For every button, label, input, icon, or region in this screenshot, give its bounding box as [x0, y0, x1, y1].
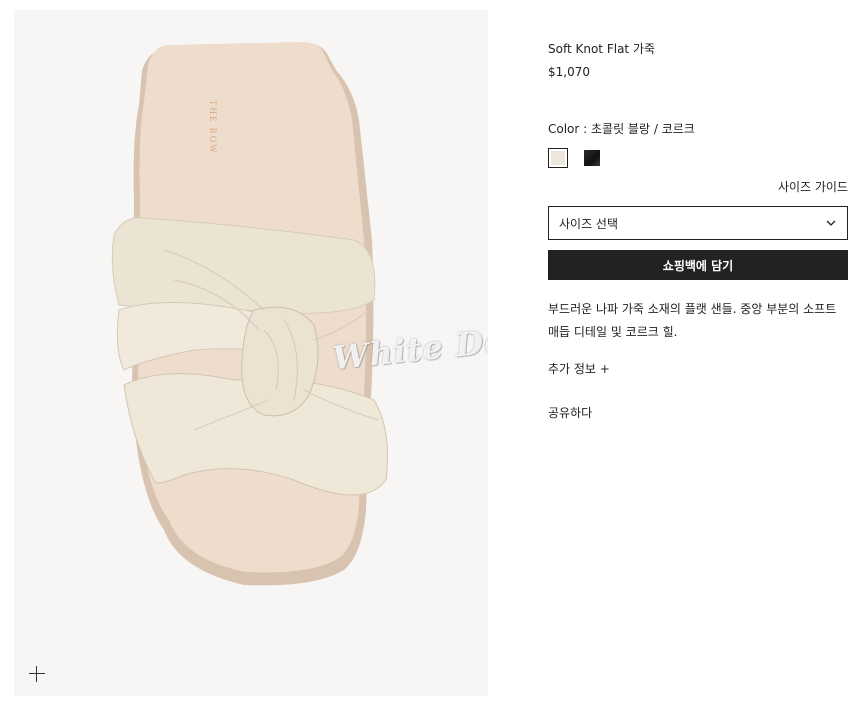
product-description: 부드러운 나파 가죽 소재의 플랫 샌들. 중앙 부분의 소프트 매듭 디테일 … [548, 302, 837, 339]
product-image-panel: THE ROW White Devil [14, 10, 488, 696]
size-select[interactable]: 사이즈 선택 [548, 206, 848, 240]
swatch-black[interactable] [584, 150, 600, 166]
add-to-bag-button[interactable]: 쇼핑백에 담기 [548, 250, 848, 280]
zoom-plus-icon[interactable] [28, 665, 46, 683]
more-info-toggle[interactable]: 추가 정보 + [548, 360, 848, 378]
product-price: $1,070 [548, 65, 590, 79]
color-label: Color : 초콜릿 블랑 / 코르크 [548, 122, 695, 136]
size-select-label: 사이즈 선택 [559, 216, 619, 231]
swatch-ivory[interactable] [548, 148, 568, 168]
size-guide-link[interactable]: 사이즈 가이드 [548, 178, 848, 196]
insole-logo: THE ROW [208, 100, 218, 155]
chevron-down-icon [826, 220, 836, 226]
swatch-ivory-fill [551, 151, 565, 165]
color-swatches [548, 148, 848, 168]
product-info: Soft Knot Flat 가죽 $1,070 Color : 초콜릿 블랑 … [548, 40, 848, 422]
share-link[interactable]: 공유하다 [548, 404, 848, 422]
swatch-black-fill [584, 150, 600, 166]
product-title: Soft Knot Flat 가죽 [548, 42, 656, 56]
